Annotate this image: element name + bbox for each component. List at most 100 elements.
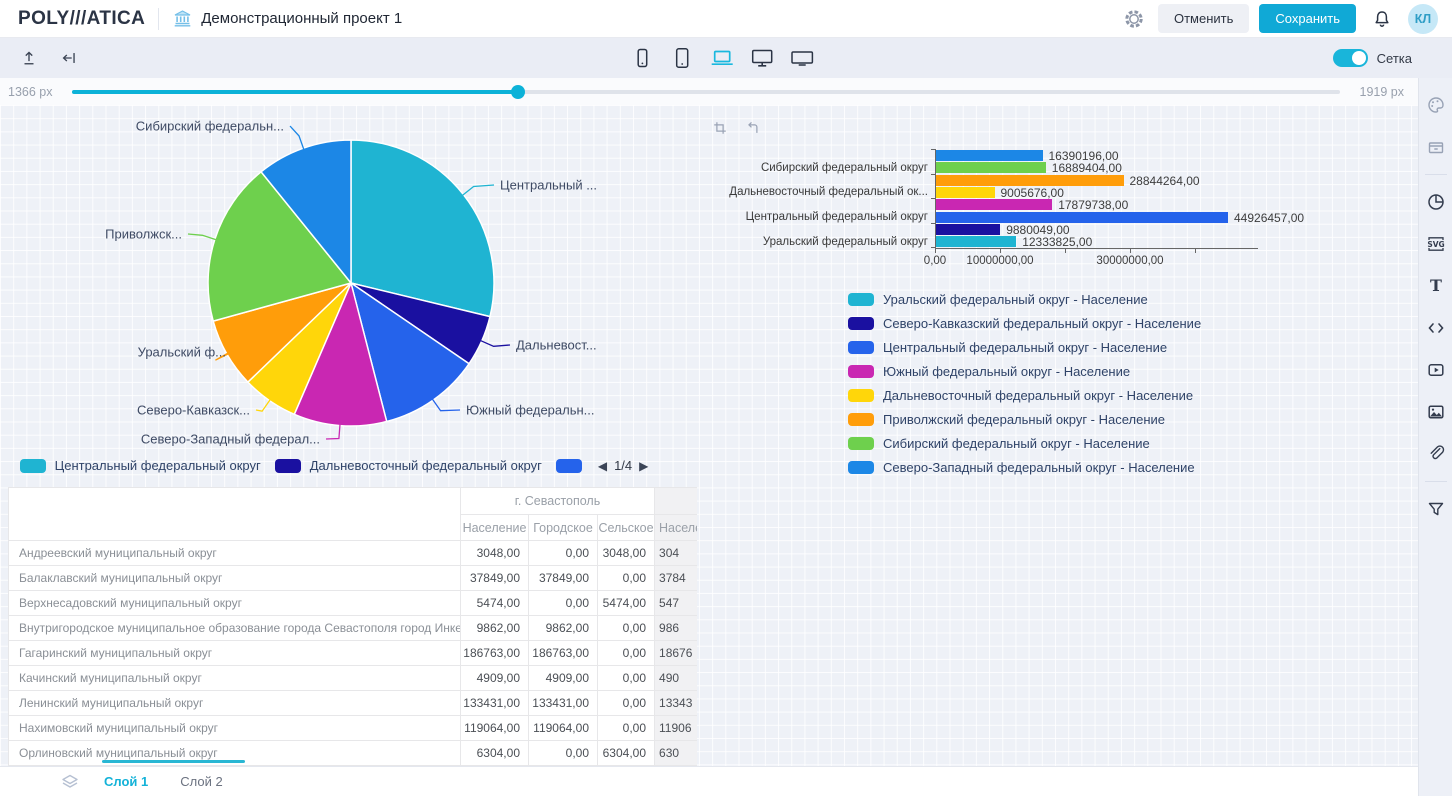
legend-swatch	[848, 437, 874, 450]
table-column-header[interactable]: Городское	[529, 515, 598, 541]
slider-min-label: 1366 px	[8, 85, 52, 99]
value-cell: 0,00	[598, 641, 655, 666]
table-row[interactable]: Андреевский муниципальный округ3048,000,…	[9, 541, 698, 566]
value-cell: 119064,00	[529, 716, 598, 741]
legend-label: Уральский федеральный округ - Население	[883, 292, 1148, 307]
image-icon[interactable]	[1419, 391, 1452, 433]
table-group-header: г. Севастополь	[461, 488, 655, 515]
settings-icon[interactable]	[1122, 7, 1146, 31]
rail-divider	[1425, 481, 1447, 482]
device-phone-icon[interactable]	[627, 43, 657, 73]
value-cell-partial: 3784	[655, 566, 697, 591]
bar[interactable]	[936, 236, 1016, 247]
bar-legend-item[interactable]: Северо-Западный федеральный округ - Насе…	[848, 460, 1201, 475]
table-row[interactable]: Верхнесадовский муниципальный округ5474,…	[9, 591, 698, 616]
bar-value-label: 28844264,00	[1130, 175, 1200, 187]
pager-prev-icon[interactable]: ◀	[598, 460, 607, 472]
device-desktop-icon[interactable]	[747, 43, 777, 73]
pie-legend-item[interactable]: Дальневосточный федеральный округ	[275, 458, 542, 473]
value-cell: 0,00	[598, 716, 655, 741]
table-column-header-partial[interactable]: Населе	[655, 515, 697, 541]
y-axis-label: Центральный федеральный округ	[700, 211, 928, 223]
link-icon[interactable]	[1419, 433, 1452, 475]
bar-legend-item[interactable]: Дальневосточный федеральный округ - Насе…	[848, 388, 1201, 403]
legend-label: Центральный федеральный округ	[55, 458, 261, 473]
bar[interactable]	[936, 224, 1000, 235]
bar[interactable]	[936, 212, 1228, 223]
legend-label: Центральный федеральный округ - Населени…	[883, 340, 1167, 355]
bar[interactable]	[936, 150, 1043, 161]
bar-legend-item[interactable]: Северо-Кавказский федеральный округ - На…	[848, 316, 1201, 331]
project-title[interactable]: Демонстрационный проект 1	[201, 10, 402, 27]
user-avatar[interactable]: КЛ	[1408, 4, 1438, 34]
bar[interactable]	[936, 162, 1046, 173]
pager-next-icon[interactable]: ▶	[639, 460, 648, 472]
table-column-header[interactable]: Население	[461, 515, 529, 541]
pie-legend-pager: ◀ 1/4 ▶	[598, 458, 649, 473]
svg-icon[interactable]: SVG	[1419, 223, 1452, 265]
y-axis-label: Дальневосточный федеральный ок...	[700, 186, 928, 198]
table-row[interactable]: Нахимовский муниципальный округ119064,00…	[9, 716, 698, 741]
bar[interactable]	[936, 199, 1052, 210]
x-axis-tick	[1130, 249, 1131, 253]
video-icon[interactable]	[1419, 349, 1452, 391]
table-row[interactable]: Гагаринский муниципальный округ186763,00…	[9, 641, 698, 666]
value-cell: 5474,00	[461, 591, 529, 616]
svg-text:T: T	[1430, 276, 1442, 295]
value-cell-partial: 18676	[655, 641, 697, 666]
bar-chart-widget[interactable]: 16390196,0016889404,0028844264,009005676…	[700, 112, 1418, 480]
filter-icon[interactable]	[1419, 488, 1452, 530]
value-cell-partial: 986	[655, 616, 697, 641]
device-laptop-icon[interactable]	[707, 43, 737, 73]
tab-layer-1[interactable]: Слой 1	[104, 774, 148, 789]
table-column-header[interactable]: Сельское	[598, 515, 655, 541]
code-icon[interactable]	[1419, 307, 1452, 349]
y-axis-label: Уральский федеральный округ	[700, 236, 928, 248]
archive-icon[interactable]	[1419, 126, 1452, 168]
pie-legend-item[interactable]	[556, 459, 582, 473]
table-row[interactable]: Ленинский муниципальный округ133431,0013…	[9, 691, 698, 716]
device-tv-icon[interactable]	[787, 43, 817, 73]
table-row[interactable]: Внутригородское муниципальное образовани…	[9, 616, 698, 641]
pie-callout-label: Южный федеральн...	[466, 403, 595, 418]
bar-legend-item[interactable]: Центральный федеральный округ - Населени…	[848, 340, 1201, 355]
data-table-widget[interactable]: г. СевастопольНаселениеГородскоеСельское…	[8, 487, 697, 766]
pie-callout-line	[481, 341, 510, 347]
upload-icon[interactable]	[18, 47, 40, 69]
palette-icon[interactable]	[1419, 84, 1452, 126]
bar-legend-item[interactable]: Сибирский федеральный округ - Население	[848, 436, 1201, 451]
bar-value-label: 16889404,00	[1052, 162, 1122, 174]
legend-label: Дальневосточный федеральный округ - Насе…	[883, 388, 1193, 403]
bar[interactable]	[936, 187, 995, 198]
table-corner-cell	[9, 488, 461, 541]
table-row[interactable]: Качинский муниципальный округ4909,004909…	[9, 666, 698, 691]
pie-callout-label: Уральский ф...	[138, 345, 226, 360]
tab-layer-2[interactable]: Слой 2	[180, 774, 222, 789]
notifications-bell-icon[interactable]	[1370, 7, 1394, 31]
legend-label: Сибирский федеральный округ - Население	[883, 436, 1150, 451]
pie-callout-line	[290, 126, 304, 149]
layers-bar: Слой 1 Слой 2	[0, 766, 1418, 796]
device-tablet-icon[interactable]	[667, 43, 697, 73]
table-horizontal-scrollbar[interactable]	[102, 760, 245, 763]
grid-toggle[interactable]	[1333, 49, 1368, 67]
bar-legend-item[interactable]: Приволжский федеральный округ - Населени…	[848, 412, 1201, 427]
x-axis-tick-label: 30000000,00	[1075, 255, 1185, 267]
viewport-width-slider-row: 1366 px 1919 px	[0, 78, 1418, 105]
value-cell: 4909,00	[461, 666, 529, 691]
table-row[interactable]: Балаклавский муниципальный округ37849,00…	[9, 566, 698, 591]
bar-legend-item[interactable]: Уральский федеральный округ - Население	[848, 292, 1201, 307]
cancel-button[interactable]: Отменить	[1158, 4, 1249, 33]
save-button[interactable]: Сохранить	[1259, 4, 1356, 33]
slider-handle[interactable]	[511, 85, 525, 99]
dashboard-canvas[interactable]: Центральный ...Дальневост...Южный федера…	[0, 105, 1418, 766]
pie-chart-widget[interactable]: Центральный ...Дальневост...Южный федера…	[8, 112, 660, 480]
pie-chart-icon[interactable]	[1419, 181, 1452, 223]
bar[interactable]	[936, 175, 1124, 186]
collapse-left-icon[interactable]	[58, 47, 80, 69]
bar-legend-item[interactable]: Южный федеральный округ - Население	[848, 364, 1201, 379]
value-cell: 9862,00	[529, 616, 598, 641]
pie-legend-item[interactable]: Центральный федеральный округ	[20, 458, 261, 473]
viewport-width-slider[interactable]	[72, 90, 1339, 94]
text-icon[interactable]: T	[1419, 265, 1452, 307]
